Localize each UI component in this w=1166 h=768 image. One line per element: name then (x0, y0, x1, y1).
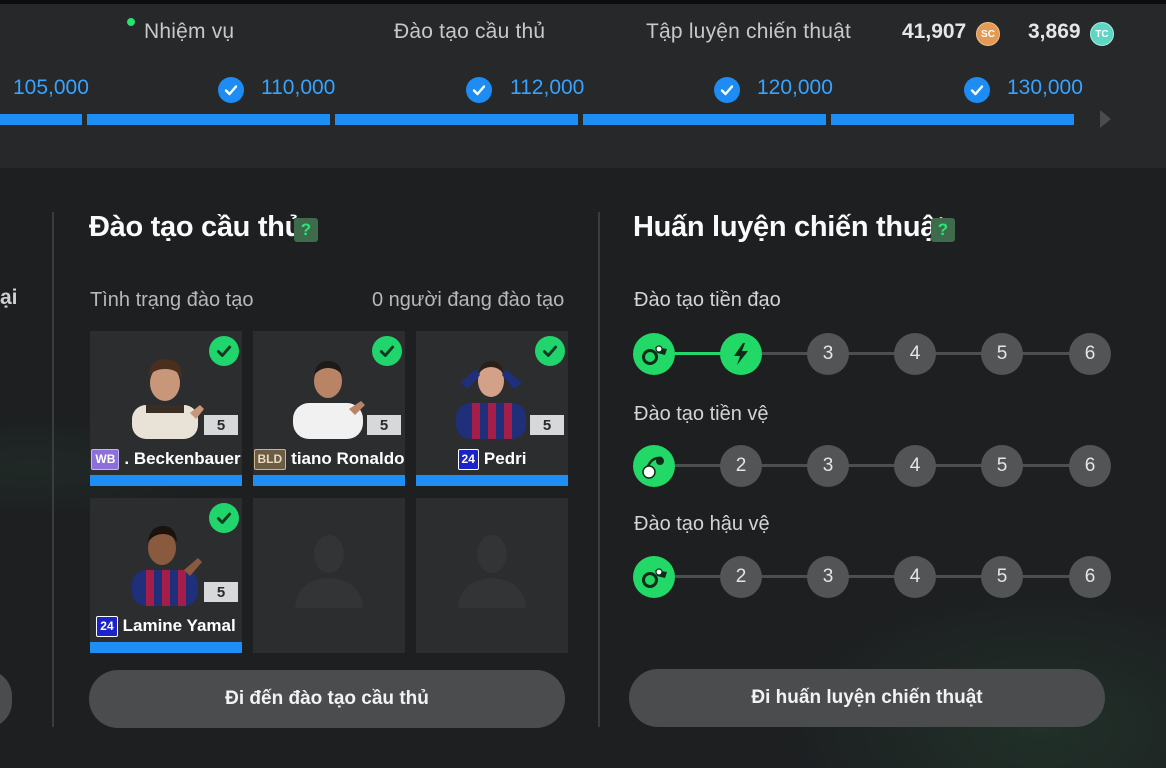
player-portrait (132, 526, 202, 606)
defender-icon[interactable] (633, 556, 675, 598)
milestone-value: 130,000 (1007, 76, 1083, 99)
notification-dot (127, 18, 135, 26)
tactical-training-title: Huấn luyện chiến thuật (633, 211, 946, 243)
player-portrait (456, 361, 526, 439)
sc-coin-icon: SC (976, 22, 1000, 46)
tab-missions[interactable]: Nhiệm vụ (144, 20, 234, 44)
milestone-progress-bar (0, 114, 82, 125)
milestone-progress-bar (831, 114, 1074, 125)
track-node[interactable]: 5 (981, 556, 1023, 598)
defender-training-label: Đào tạo hậu vệ (634, 513, 770, 535)
player-portrait (132, 359, 204, 439)
player-card[interactable]: 5 BLD tiano Ronaldo (253, 331, 405, 486)
track-node[interactable]: 3 (807, 445, 849, 487)
milestone-value: 105,000 (13, 76, 89, 99)
top-border (0, 0, 1166, 4)
empty-player-slot[interactable] (253, 498, 405, 653)
silhouette-icon (458, 535, 526, 608)
player-level: 5 (204, 582, 238, 602)
player-card[interactable]: 5 24 Lamine Yamal (90, 498, 242, 653)
divider (598, 212, 600, 727)
milestone-progress-bar (583, 114, 826, 125)
track-node[interactable]: 3 (807, 333, 849, 375)
player-level: 5 (530, 415, 564, 435)
track-node[interactable]: 4 (894, 445, 936, 487)
training-progress-bar (90, 475, 242, 486)
training-status-label: Tình trạng đào tạo (90, 289, 254, 311)
check-icon (209, 503, 239, 533)
tab-player-training[interactable]: Đào tạo cầu thủ (394, 20, 545, 44)
go-to-tactical-training-button[interactable]: Đi huấn luyện chiến thuật (629, 669, 1105, 727)
tc-balance: 3,869 (1028, 20, 1081, 43)
go-to-player-training-button[interactable]: Đi đến đào tạo cầu thủ (89, 670, 565, 728)
track-node[interactable]: 5 (981, 333, 1023, 375)
track-node[interactable]: 5 (981, 445, 1023, 487)
track-node[interactable]: 2 (720, 556, 762, 598)
check-icon (209, 336, 239, 366)
player-name: Lamine Yamal (122, 616, 236, 635)
midfielder-training-label: Đào tạo tiền vệ (634, 403, 769, 425)
track-node[interactable]: 6 (1069, 445, 1111, 487)
track-node[interactable]: 4 (894, 556, 936, 598)
milestone-progress-bar (87, 114, 330, 125)
training-progress-bar (416, 475, 568, 486)
player-portrait (293, 361, 365, 439)
track-node[interactable]: 6 (1069, 333, 1111, 375)
check-icon (372, 336, 402, 366)
track-node[interactable]: 4 (894, 333, 936, 375)
player-training-title: Đào tạo cầu thủ (89, 211, 303, 243)
striker-icon[interactable] (633, 333, 675, 375)
training-progress-bar (90, 642, 242, 653)
player-name: Pedri (483, 449, 527, 468)
player-level: 5 (367, 415, 401, 435)
milestone-value: 112,000 (510, 76, 585, 99)
player-card[interactable]: 5 WB . Beckenbauer (90, 331, 242, 486)
silhouette-icon (295, 535, 363, 608)
training-progress-bar (253, 475, 405, 486)
player-name: . Beckenbauer (124, 449, 241, 468)
check-icon (218, 77, 244, 103)
milestone-value: 120,000 (757, 76, 833, 99)
sc-balance: 41,907 (902, 20, 967, 43)
check-icon (714, 77, 740, 103)
track-node[interactable]: 6 (1069, 556, 1111, 598)
training-count-label: 0 người đang đào tạo (372, 289, 565, 311)
player-name: tiano Ronaldo (291, 449, 405, 468)
track-node[interactable]: 3 (807, 556, 849, 598)
check-icon (466, 77, 492, 103)
scroll-right-arrow-icon[interactable] (1100, 110, 1111, 128)
track-node[interactable]: 2 (720, 445, 762, 487)
season-badge: BLD (253, 448, 287, 470)
check-icon (964, 77, 990, 103)
striker-training-label: Đào tạo tiền đạo (634, 289, 781, 311)
player-card[interactable]: 5 24 Pedri (416, 331, 568, 486)
tab-tactical-practice[interactable]: Tập luyện chiến thuật (646, 20, 851, 44)
milestone-value: 110,000 (261, 76, 336, 99)
season-badge: WB (91, 448, 120, 470)
season-badge: 24 (96, 615, 118, 637)
left-panel-partial-text: ại (0, 286, 18, 309)
help-icon[interactable]: ? (931, 218, 955, 242)
help-icon[interactable]: ? (294, 218, 318, 242)
player-level: 5 (204, 415, 238, 435)
season-badge: 24 (457, 448, 479, 470)
milestone-progress-bar (335, 114, 578, 125)
lightning-icon[interactable] (720, 333, 762, 375)
tc-coin-icon: TC (1090, 22, 1114, 46)
midfielder-icon[interactable] (633, 445, 675, 487)
divider (52, 212, 54, 727)
empty-player-slot[interactable] (416, 498, 568, 653)
check-icon (535, 336, 565, 366)
